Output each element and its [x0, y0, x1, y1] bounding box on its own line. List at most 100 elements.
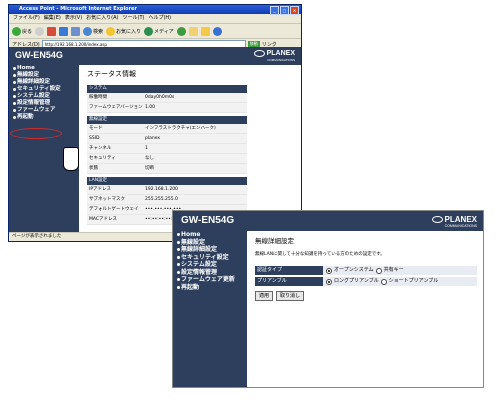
bullet-icon: [177, 240, 180, 244]
row-key: チャンネル: [89, 146, 112, 151]
row-key: デフォルトゲートウェイ: [89, 207, 139, 212]
forward-arrow-icon[interactable]: [35, 26, 45, 36]
brand-name: PLANEX: [444, 215, 477, 224]
brand-logo: PLANEX COMMUNICATIONS: [431, 215, 477, 228]
planex-logo-icon: [253, 50, 265, 57]
nav-system[interactable]: システム設定: [173, 261, 247, 269]
home-icon[interactable]: [71, 26, 81, 36]
media-button[interactable]: メディア: [144, 26, 174, 36]
router-page: GW-EN54G PLANEX COMMUNICATIONS Home 無線設定…: [9, 47, 301, 233]
radio-long-preamble[interactable]: [326, 278, 332, 285]
nav-wireless[interactable]: 無線設定: [173, 239, 247, 247]
button-group: 適用 取り消し: [255, 291, 477, 301]
row-value: インフラストラクチャ(エンハーク): [145, 126, 216, 131]
table-row: セキュリティ なし: [87, 154, 247, 164]
row-value: 0day0h0m0s: [145, 95, 175, 100]
menu-help[interactable]: ヘルプ(H): [148, 14, 171, 23]
mail-icon[interactable]: [188, 26, 198, 36]
media-icon: [144, 26, 154, 36]
page-title: 無線詳細設定: [255, 237, 294, 245]
option-choices: ロングプリアンブル ショートプリアンブル: [323, 277, 477, 286]
nav-home[interactable]: Home: [9, 65, 79, 72]
sidebar: Home 無線設定 無線詳細設定 セキュリティ設定 システム設定 設定情報管理 …: [173, 231, 247, 387]
refresh-icon[interactable]: [59, 26, 69, 36]
status-panel: ステータス情報 システム 稼働時間 0day0h0m0s ファームウェアバージョン…: [87, 69, 247, 225]
brand-sub: COMMUNICATIONS: [444, 224, 477, 228]
menu-edit[interactable]: 編集(E): [44, 14, 61, 23]
row-key: 状態: [89, 166, 98, 171]
nav-firmware-update[interactable]: ファームウェア更新: [173, 276, 247, 284]
back-label: 戻る: [22, 28, 33, 35]
nav-system[interactable]: システム設定: [9, 93, 79, 100]
preamble-row: プリアンブル ロングプリアンブル ショートプリアンブル: [255, 277, 477, 286]
nav-label: Home: [17, 65, 35, 71]
menu-file[interactable]: ファイル(F): [13, 14, 40, 23]
back-arrow-icon: [12, 26, 21, 36]
row-value: 1: [145, 146, 148, 151]
table-row: 稼働時間 0day0h0m0s: [87, 93, 247, 103]
bullet-icon: [177, 270, 180, 274]
table-row: SSID planex: [87, 134, 247, 144]
bullet-icon: [13, 102, 16, 105]
nav-label: ファームウェア更新: [181, 276, 235, 283]
search-button[interactable]: 検索: [83, 26, 103, 36]
nav-wireless-advanced[interactable]: 無線詳細設定: [9, 79, 79, 86]
radio-label: ショートプリアンブル: [388, 278, 439, 284]
row-value: なし: [145, 156, 154, 161]
bullet-icon: [13, 95, 16, 98]
nav-security[interactable]: セキュリティ設定: [9, 86, 79, 93]
option-label: プリアンブル: [255, 277, 323, 286]
section-header: 無線設定: [87, 116, 247, 124]
bullet-icon: [177, 255, 180, 259]
favorites-button[interactable]: お気に入り: [106, 26, 141, 36]
nav-security[interactable]: セキュリティ設定: [173, 254, 247, 262]
browser-title-bar: Access Point - Microsoft Internet Explor…: [9, 5, 301, 15]
nav-home[interactable]: Home: [173, 231, 247, 239]
row-key: MACアドレス: [89, 217, 118, 222]
menu-favorites[interactable]: お気に入り(A): [86, 14, 118, 23]
nav-label: Home: [181, 231, 201, 238]
bullet-icon: [177, 278, 180, 282]
history-icon[interactable]: [176, 26, 186, 36]
menu-view[interactable]: 表示(V): [65, 14, 82, 23]
minimize-icon[interactable]: _: [270, 6, 279, 15]
cancel-button[interactable]: 取り消し: [276, 291, 305, 301]
highlight-circle: [10, 128, 62, 139]
radio-short-preamble[interactable]: [380, 278, 387, 285]
nav-wireless[interactable]: 無線設定: [9, 72, 79, 79]
nav-firmware[interactable]: ファームウェア: [9, 107, 79, 114]
bluetooth-icon[interactable]: [212, 26, 222, 36]
radio-open-system[interactable]: [326, 267, 332, 274]
back-button[interactable]: 戻る: [12, 26, 33, 36]
row-value: 切断: [145, 166, 154, 171]
table-row: チャンネル 1: [87, 144, 247, 154]
table-row: モード インフラストラクチャ(エンハーク): [87, 124, 247, 134]
maximize-icon[interactable]: □: [280, 6, 289, 15]
apply-button[interactable]: 適用: [255, 291, 274, 301]
nav-label: 無線設定: [17, 72, 40, 78]
radio-shared-key[interactable]: [375, 267, 382, 274]
nav-reboot[interactable]: 再起動: [173, 284, 247, 292]
browser-window: Access Point - Microsoft Internet Explor…: [8, 4, 304, 242]
brand-logo: PLANEX COMMUNICATIONS: [253, 50, 295, 62]
menu-tools[interactable]: ツール(T): [123, 14, 145, 23]
row-key: SSID: [89, 136, 100, 141]
nav-config-management[interactable]: 設定情報管理: [9, 100, 79, 107]
nav-label: 無線詳細設定: [181, 246, 218, 253]
bullet-icon: [13, 67, 16, 70]
section-header: LAN設定: [87, 177, 247, 185]
close-icon[interactable]: ×: [290, 6, 299, 15]
radio-label: オープンシステム: [334, 267, 374, 273]
nav-wireless-advanced[interactable]: 無線詳細設定: [173, 246, 247, 254]
table-row: ファームウェアバージョン 1.00: [87, 103, 247, 113]
nav-reboot[interactable]: 再起動: [9, 114, 79, 121]
settings-panel: 無線詳細設定 無線LANに関して十分な知識を持っている方のための設定です。 認証…: [255, 235, 477, 301]
folder-icon[interactable]: [200, 26, 210, 36]
stop-icon[interactable]: [47, 26, 57, 36]
nav-label: システム設定: [17, 93, 50, 99]
nav-config-management[interactable]: 設定情報管理: [173, 269, 247, 277]
row-value: 192.168.1.200: [145, 187, 178, 192]
nav-label: セキュリティ設定: [17, 86, 61, 92]
wireless-advanced-window: GW-EN54G PLANEX COMMUNICATIONS Home 無線設定…: [172, 210, 484, 388]
bullet-icon: [13, 109, 16, 112]
